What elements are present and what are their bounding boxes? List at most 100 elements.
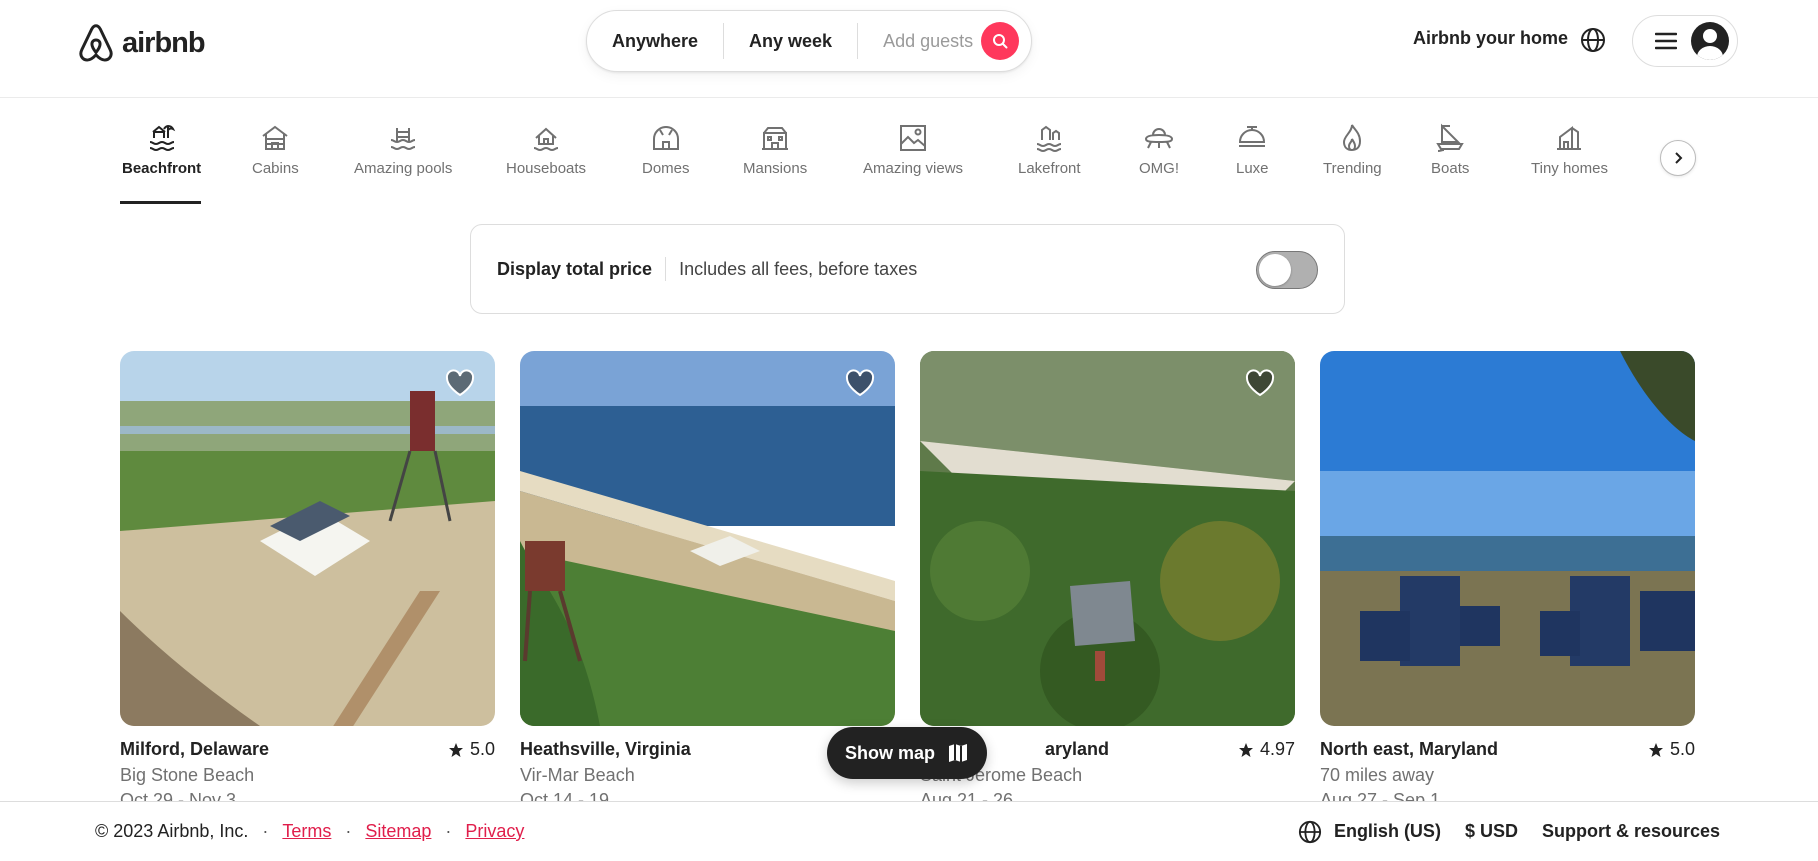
cabin-icon [262,125,288,150]
terms-link[interactable]: Terms [282,821,331,842]
listing-location: Milford, Delaware [120,739,270,759]
search-bar[interactable]: Anywhere Any week Add guests [586,10,1032,72]
ufo-icon [1144,128,1174,149]
language-button[interactable] [1579,26,1607,54]
separator-dot: · [345,821,352,841]
category-label: Mansions [743,160,808,177]
globe-icon [1581,28,1605,52]
total-price-toggle[interactable] [1256,251,1318,289]
listing-rating: 5.0 [448,739,495,760]
privacy-link[interactable]: Privacy [465,821,524,842]
language-selector[interactable]: English (US) [1298,820,1441,844]
category-domes[interactable]: Domes [642,122,690,177]
language-label: English (US) [1333,821,1441,841]
chevron-right-icon [1675,152,1683,164]
search-button[interactable] [981,22,1019,60]
footer: © 2023 Airbnb, Inc. · Terms · Sitemap · … [0,801,1818,861]
pool-icon [391,128,416,151]
separator-dot: · [445,821,452,841]
active-category-indicator [120,201,201,204]
category-label: Tiny homes [1531,160,1608,177]
listing-photo[interactable] [920,351,1295,726]
category-tiny-homes[interactable]: Tiny homes [1531,122,1608,177]
listing-location: North east, Maryland [1320,739,1499,759]
category-next-button[interactable] [1660,140,1696,176]
listing-photo[interactable] [120,351,495,726]
category-label: Houseboats [506,160,587,177]
category-amazing-views[interactable]: Amazing views [863,122,963,177]
support-link[interactable]: Support & resources [1542,821,1720,842]
currency-selector[interactable]: $ USD [1465,821,1518,842]
houseboat-icon [533,127,559,152]
listing-photo[interactable] [520,351,895,726]
star-icon [448,742,463,757]
category-label: OMG! [1139,160,1179,177]
category-beachfront[interactable]: Beachfront [122,122,201,177]
sitemap-link[interactable]: Sitemap [365,821,431,842]
category-mansions[interactable]: Mansions [743,122,807,177]
toggle-knob [1259,254,1291,286]
user-menu-button[interactable] [1632,15,1738,67]
search-icon [993,34,1008,49]
category-label: Amazing views [863,160,964,177]
star-icon [1238,742,1253,757]
flame-icon [1343,124,1362,152]
boat-icon [1436,123,1464,152]
separator-dot: · [262,821,269,841]
airbnb-logo[interactable]: airbnb [76,22,206,64]
rating-value: 5.0 [469,739,495,759]
listing-subtitle: 70 miles away [1320,765,1435,785]
total-price-panel: Display total price Includes all fees, b… [470,224,1345,314]
heart-icon[interactable] [445,369,475,397]
header: airbnb Anywhere Any week Add guests Airb… [0,0,1818,98]
listing-rating: 5.0 [1648,739,1695,760]
mansion-icon [762,127,789,150]
category-label: Amazing pools [354,160,453,177]
brand-name: airbnb [122,26,206,59]
category-label: Domes [642,160,690,177]
beachfront-icon [149,125,175,152]
category-boats[interactable]: Boats [1431,122,1469,177]
luxe-icon [1239,126,1266,147]
heart-icon[interactable] [1245,369,1275,397]
airbnb-logo-icon [79,24,113,62]
host-link[interactable]: Airbnb your home [1413,28,1568,49]
search-add-guests[interactable]: Add guests [858,26,998,56]
listing-photo[interactable] [1320,351,1695,726]
search-anywhere[interactable]: Anywhere [587,26,723,56]
total-price-subtitle: Includes all fees, before taxes [679,258,918,279]
category-label: Luxe [1236,160,1269,177]
divider [665,257,667,281]
show-map-button[interactable]: Show map [827,727,987,779]
category-houseboats[interactable]: Houseboats [506,122,586,177]
avatar [1691,22,1729,60]
category-amazing-pools[interactable]: Amazing pools [354,122,452,177]
heart-icon[interactable] [845,369,875,397]
rating-value: 4.97 [1259,739,1295,759]
category-label: Trending [1323,160,1382,177]
listing-card[interactable]: North east, Maryland 5.0 70 miles away A… [1320,351,1695,811]
lakefront-icon [1037,125,1062,153]
category-label: Cabins [252,160,299,177]
category-luxe[interactable]: Luxe [1236,122,1269,177]
listing-card[interactable]: Milford, Delaware 5.0 Big Stone Beach Oc… [120,351,495,811]
category-lakefront[interactable]: Lakefront [1018,122,1081,177]
search-any-week[interactable]: Any week [724,26,857,56]
category-cabins[interactable]: Cabins [252,122,299,177]
category-label: Boats [1431,160,1470,177]
globe-icon [1298,820,1322,843]
hamburger-icon [1655,32,1677,50]
category-omg[interactable]: OMG! [1139,122,1179,177]
category-label: Beachfront [122,160,202,177]
listing-subtitle: Big Stone Beach [120,765,255,785]
category-trending[interactable]: Trending [1323,122,1382,177]
rating-value: 5.0 [1669,739,1695,759]
copyright: © 2023 Airbnb, Inc. [95,821,249,841]
dome-icon [652,126,679,150]
listing-location: Heathsville, Virginia [520,739,691,759]
category-label: Lakefront [1018,160,1081,177]
show-map-label: Show map [844,742,935,763]
total-price-title: Display total price [497,258,653,279]
listing-rating: 4.97 [1238,739,1295,760]
star-icon [1648,742,1663,757]
